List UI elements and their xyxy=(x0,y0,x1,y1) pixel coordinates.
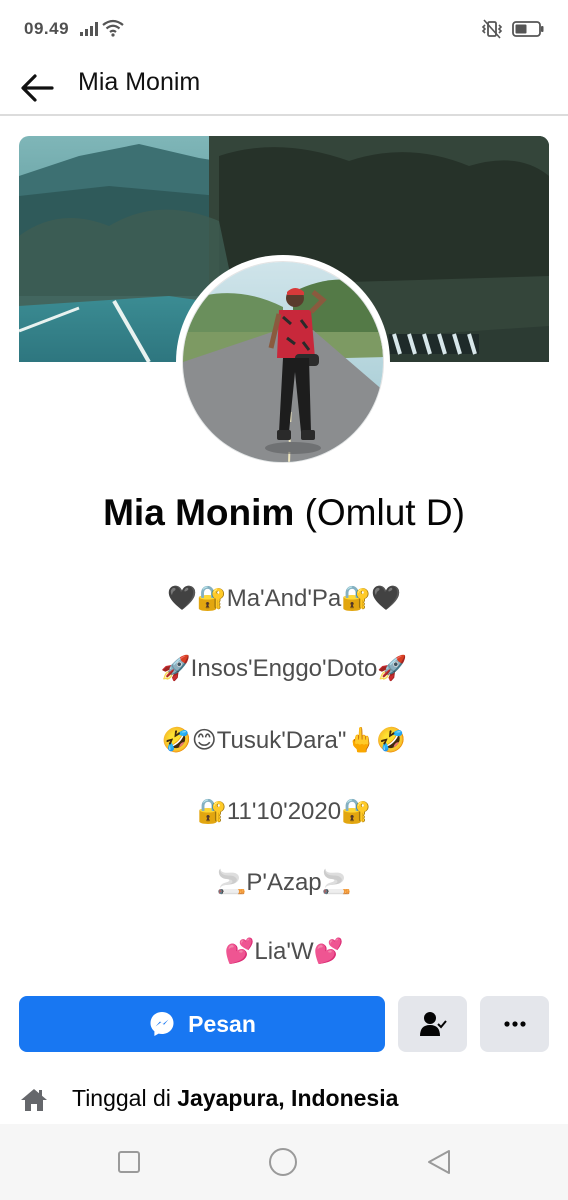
home-button[interactable] xyxy=(268,1147,298,1182)
bio-line: 🚬P'Azap🚬 xyxy=(216,869,352,896)
home-icon xyxy=(21,1089,47,1111)
profile-avatar[interactable] xyxy=(176,255,390,469)
profile-name-main: Mia Monim xyxy=(103,492,295,533)
bio-line: 🤣😊Tusuk'Dara"🖕🤣 xyxy=(161,727,407,754)
messenger-icon xyxy=(150,1012,174,1036)
friends-button[interactable] xyxy=(398,996,467,1052)
profile-alternate-name: (Omlut D) xyxy=(304,492,465,533)
bio-line: 🔐11'10'2020🔐 xyxy=(197,798,371,825)
wifi-icon xyxy=(102,19,124,37)
more-button[interactable] xyxy=(480,996,549,1052)
friends-check-icon xyxy=(419,1012,447,1036)
back-nav-button[interactable] xyxy=(425,1148,453,1181)
lives-in-text: Tinggal di Jayapura, Indonesia xyxy=(72,1085,398,1112)
vibrate-icon xyxy=(481,19,503,39)
avatar-photo xyxy=(182,261,384,463)
lives-in-place[interactable]: Jayapura, Indonesia xyxy=(177,1085,398,1111)
signal-icon xyxy=(80,22,98,36)
header-title: Mia Monim xyxy=(78,68,201,96)
recents-button[interactable] xyxy=(117,1150,141,1179)
square-icon xyxy=(118,1151,140,1173)
bio-line: 🖤🔐Ma'And'Pa🔐🖤 xyxy=(166,585,402,612)
status-bar: 09.49 xyxy=(0,0,568,58)
bio-line: 💕Lia'W💕 xyxy=(224,938,344,965)
more-icon xyxy=(503,1021,526,1027)
message-button-label: Pesan xyxy=(188,1010,256,1037)
triangle-back-icon xyxy=(428,1150,450,1174)
lives-in-prefix: Tinggal di xyxy=(72,1085,178,1111)
battery-icon xyxy=(512,21,544,37)
lives-in-row xyxy=(20,1080,48,1120)
status-time: 09.49 xyxy=(24,19,70,38)
app-header: Mia Monim xyxy=(0,58,568,116)
message-button[interactable]: Pesan xyxy=(19,996,385,1052)
circle-icon xyxy=(269,1148,297,1176)
arrow-left-icon xyxy=(21,74,54,102)
bio-line: 🚀Insos'Enggo'Doto🚀 xyxy=(160,655,408,682)
profile-name: Mia Monim (Omlut D) xyxy=(0,492,568,534)
back-button[interactable] xyxy=(18,66,58,106)
system-nav-bar xyxy=(0,1124,568,1200)
